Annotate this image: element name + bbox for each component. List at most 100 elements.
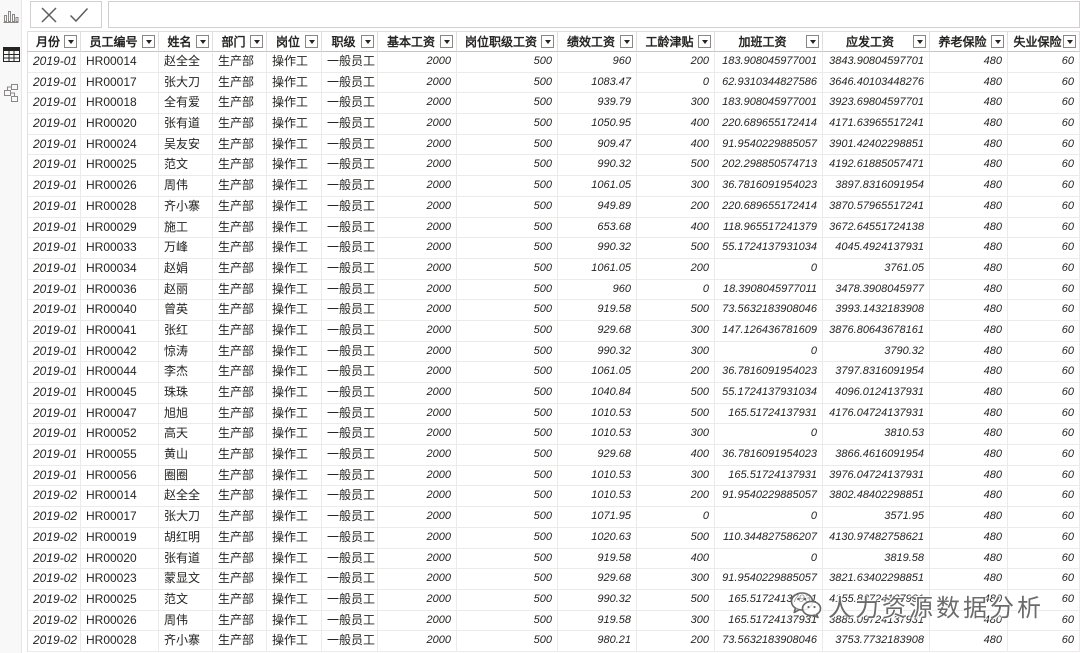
column-header-position[interactable]: 岗位 <box>267 31 322 52</box>
table-cell-performance-pay: 919.58 <box>558 548 637 570</box>
filter-dropdown-button[interactable] <box>541 35 554 48</box>
table-cell-department: 生产部 <box>213 217 267 239</box>
filter-dropdown-button[interactable] <box>806 35 819 48</box>
table-cell-employee-id: HR00017 <box>81 72 159 94</box>
column-header-unemployment-insurance[interactable]: 失业保险 <box>1008 31 1080 52</box>
table-cell-month: 2019-01 <box>27 383 81 404</box>
table-cell-base-salary: 2000 <box>378 217 457 239</box>
table-cell-gross-pay: 3646.40103448276 <box>823 72 930 94</box>
filter-dropdown-button[interactable] <box>196 35 209 48</box>
filter-dropdown-button[interactable] <box>440 35 453 48</box>
table-cell-base-salary: 2000 <box>378 610 457 632</box>
table-cell-overtime-pay: 183.908045977001 <box>715 52 823 73</box>
table-cell-grade: 一般员工 <box>322 341 378 363</box>
table-cell-performance-pay: 960 <box>558 279 637 301</box>
table-cell-unemployment-insurance: 60 <box>1008 527 1080 549</box>
report-view-button[interactable] <box>2 7 20 25</box>
column-header-seniority-allowance[interactable]: 工龄津贴 <box>637 31 715 52</box>
table-cell-overtime-pay: 91.9540229885057 <box>715 486 823 508</box>
column-header-gross-pay[interactable]: 应发工资 <box>823 31 930 52</box>
table-cell-position: 操作工 <box>267 258 322 280</box>
table-cell-seniority-allowance: 400 <box>637 217 715 239</box>
chevron-down-icon <box>809 39 816 44</box>
table-cell-performance-pay: 990.32 <box>558 155 637 177</box>
table-cell-overtime-pay: 0 <box>715 424 823 446</box>
table-cell-overtime-pay: 183.908045977001 <box>715 93 823 115</box>
table-cell-unemployment-insurance: 60 <box>1008 362 1080 383</box>
data-view-button[interactable] <box>2 45 20 63</box>
formula-input[interactable] <box>108 1 1080 28</box>
column-header-position-grade-salary[interactable]: 岗位职级工资 <box>457 31 558 52</box>
table-cell-name: 李杰 <box>159 362 213 383</box>
table-cell-gross-pay: 3870.57965517241 <box>823 196 930 218</box>
table-cell-seniority-allowance: 500 <box>637 238 715 259</box>
column-header-overtime-pay[interactable]: 加班工资 <box>715 31 823 52</box>
table-cell-position: 操作工 <box>267 176 322 197</box>
table-cell-department: 生产部 <box>213 176 267 197</box>
filter-dropdown-button[interactable] <box>64 35 77 48</box>
table-cell-employee-id: HR00019 <box>81 527 159 549</box>
table-cell-pension-insurance: 480 <box>930 527 1008 549</box>
filter-dropdown-button[interactable] <box>250 35 263 48</box>
column-header-month[interactable]: 月份 <box>27 31 81 52</box>
table-cell-performance-pay: 990.32 <box>558 341 637 363</box>
table-cell-grade: 一般员工 <box>322 445 378 466</box>
table-cell-pension-insurance: 480 <box>930 507 1008 528</box>
filter-dropdown-button[interactable] <box>991 35 1004 48</box>
table-cell-position-grade-salary: 500 <box>457 486 558 508</box>
table-cell-base-salary: 2000 <box>378 486 457 508</box>
table-cell-department: 生产部 <box>213 507 267 528</box>
formula-cancel-button[interactable] <box>39 5 59 24</box>
column-header-name[interactable]: 姓名 <box>159 31 213 52</box>
filter-dropdown-button[interactable] <box>142 35 155 48</box>
column-header-performance-pay[interactable]: 绩效工资 <box>558 31 637 52</box>
formula-commit-button[interactable] <box>69 5 89 24</box>
table-cell-pension-insurance: 480 <box>930 486 1008 508</box>
table-cell-grade: 一般员工 <box>322 403 378 425</box>
table-cell-unemployment-insurance: 60 <box>1008 72 1080 94</box>
column-header-department[interactable]: 部门 <box>213 31 267 52</box>
table-cell-performance-pay: 909.47 <box>558 134 637 156</box>
table-cell-grade: 一般员工 <box>322 217 378 239</box>
table-cell-seniority-allowance: 200 <box>637 362 715 383</box>
filter-dropdown-button[interactable] <box>1063 35 1076 48</box>
table-cell-unemployment-insurance: 60 <box>1008 569 1080 590</box>
table-cell-department: 生产部 <box>213 362 267 383</box>
table-cell-overtime-pay: 18.3908045977011 <box>715 279 823 301</box>
column-header-grade[interactable]: 职级 <box>322 31 378 52</box>
filter-dropdown-button[interactable] <box>913 35 926 48</box>
table-cell-month: 2019-01 <box>27 258 81 280</box>
filter-dropdown-button[interactable] <box>361 35 374 48</box>
table-cell-position-grade-salary: 500 <box>457 631 558 652</box>
table-cell-name: 张有道 <box>159 114 213 135</box>
table-cell-position-grade-salary: 500 <box>457 589 558 611</box>
table-cell-gross-pay: 4171.63965517241 <box>823 114 930 135</box>
table-cell-base-salary: 2000 <box>378 320 457 342</box>
table-cell-position: 操作工 <box>267 114 322 135</box>
filter-dropdown-button[interactable] <box>305 35 318 48</box>
column-header-label: 应发工资 <box>845 35 894 49</box>
table-cell-unemployment-insurance: 60 <box>1008 300 1080 321</box>
table-cell-position: 操作工 <box>267 217 322 239</box>
table-cell-position-grade-salary: 500 <box>457 569 558 590</box>
column-header-base-salary[interactable]: 基本工资 <box>378 31 457 52</box>
table-cell-seniority-allowance: 500 <box>637 527 715 549</box>
table-cell-overtime-pay: 165.51724137931 <box>715 465 823 487</box>
table-cell-name: 黄山 <box>159 445 213 466</box>
model-view-button[interactable] <box>2 84 20 102</box>
table-cell-overtime-pay: 62.9310344827586 <box>715 72 823 94</box>
table-cell-overtime-pay: 0 <box>715 258 823 280</box>
table-cell-employee-id: HR00042 <box>81 341 159 363</box>
table-cell-unemployment-insurance: 60 <box>1008 341 1080 363</box>
table-cell-base-salary: 2000 <box>378 93 457 115</box>
column-header-pension-insurance[interactable]: 养老保险 <box>930 31 1008 52</box>
column-header-employee-id[interactable]: 员工编号 <box>81 31 159 52</box>
filter-dropdown-button[interactable] <box>620 35 633 48</box>
table-cell-position-grade-salary: 500 <box>457 196 558 218</box>
table-cell-month: 2019-02 <box>27 610 81 632</box>
chevron-down-icon <box>623 39 630 44</box>
filter-dropdown-button[interactable] <box>698 35 711 48</box>
table-cell-position-grade-salary: 500 <box>457 341 558 363</box>
table-cell-performance-pay: 929.68 <box>558 569 637 590</box>
table-cell-position-grade-salary: 500 <box>457 383 558 404</box>
